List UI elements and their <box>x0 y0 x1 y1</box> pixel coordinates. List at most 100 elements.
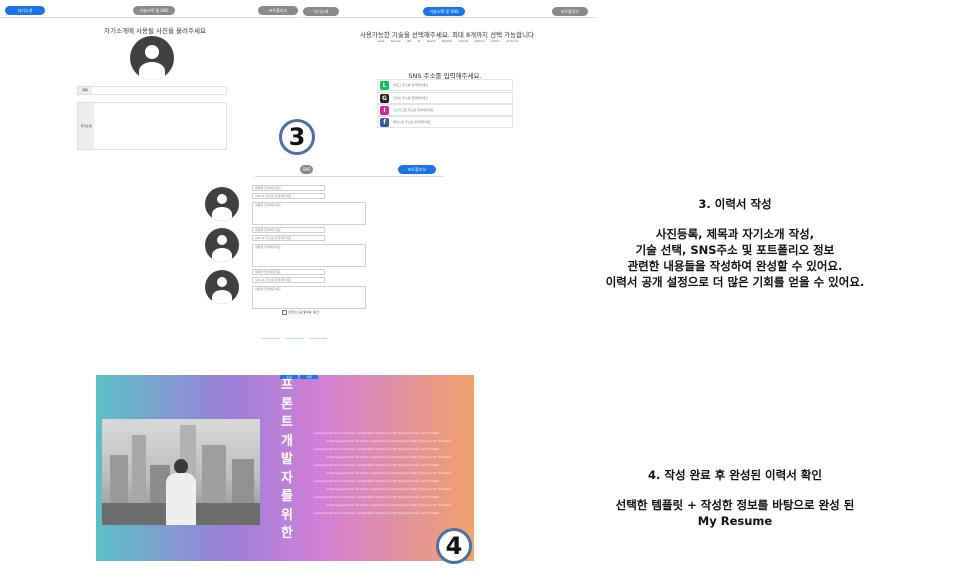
skill-chip[interactable]: React <box>427 39 435 43</box>
step-3-line: 사진등록, 제목과 자기소개 작성, <box>655 227 815 241</box>
skill-chip[interactable]: Kotlin <box>491 39 499 43</box>
sns-instagram-input[interactable]: 인스타그램 주소를 입력해주세요 <box>393 108 434 112</box>
portfolio-github-input[interactable]: github 주소를 입력해주세요 <box>252 277 325 283</box>
tab-portfolio[interactable]: 포트폴리오 <box>258 6 298 15</box>
tab-portfolio-2[interactable]: 포트폴리오 <box>552 7 588 16</box>
resume-text-line: Lorem ipsum dolor sit amet, consectetur … <box>326 439 452 443</box>
step-3-line: 이력서 공개 설정으로 더 많은 기회를 얻을 수 있어요. <box>605 275 865 289</box>
pagination-mark <box>310 338 327 339</box>
tab-intro[interactable]: 자기소개 <box>5 6 45 15</box>
sns-row-facebook[interactable]: f 페이스북 주소를 입력해주세요 <box>377 116 513 128</box>
person-icon-body <box>139 62 165 80</box>
resume-vertical-title: 프 론 트 개 발 자 를 위 한 <box>280 377 294 544</box>
resume-text-line: Lorem ipsum dolor sit amet, consectetur … <box>314 463 440 467</box>
title-field[interactable]: 제목 <box>77 86 227 95</box>
skill-chip[interactable]: JPA <box>407 39 412 43</box>
person-icon-body <box>212 290 232 304</box>
step-3-line: 관련한 내용들을 작성하여 완성할 수 있어요. <box>627 259 843 273</box>
sns-row-github[interactable]: G 깃허브 주소를 입력해주세요 <box>377 92 513 104</box>
tab-skills-sns[interactable]: 기술스택 및 SNS <box>133 6 175 15</box>
resume-preview: 수정 삭제 프 론 트 개 발 자 를 위 한 Lorem ipsum dolo… <box>96 375 474 561</box>
portfolio-image-upload[interactable] <box>205 187 239 221</box>
blog-icon: L <box>380 81 389 90</box>
step-4-heading: 4. 작성 완료 후 완성된 이력서 확인 <box>648 468 822 482</box>
resume-text-line: Lorem ipsum dolor sit amet, consectetur … <box>314 447 440 451</box>
profile-photo <box>102 419 260 525</box>
step-3-badge: 3 <box>279 119 315 155</box>
skill-chip[interactable]: Python <box>475 39 485 43</box>
resume-text-line: Lorem ipsum dolor sit amet, consectetur … <box>314 511 440 515</box>
skill-chip[interactable]: Spring <box>391 39 401 43</box>
portfolio-title-input[interactable]: 제목을 입력해주세요 <box>252 185 325 191</box>
sns-facebook-input[interactable]: 페이스북 주소를 입력해주세요 <box>393 120 431 124</box>
step-4-badge: 4 <box>436 528 472 564</box>
tab-divider <box>0 17 300 18</box>
sns-github-input[interactable]: 깃허브 주소를 입력해주세요 <box>393 96 428 100</box>
portfolio-content-input[interactable]: 내용을 입력해주세요 <box>252 286 366 309</box>
step-4-description: 4. 작성 완료 후 완성된 이력서 확인 선택한 템플릿 + 작성한 정보를 … <box>560 467 910 529</box>
step-3-description: 3. 이력서 작성 사진등록, 제목과 자기소개 작성, 기술 선택, SNS주… <box>560 196 910 290</box>
instagram-icon: I <box>380 106 389 115</box>
title-char: 자 <box>281 470 293 486</box>
portfolio-image-upload[interactable] <box>205 228 239 262</box>
person-icon-body <box>212 248 232 262</box>
person-icon-body <box>212 207 232 221</box>
portfolio-github-input[interactable]: github 주소를 입력해주세요 <box>252 235 325 241</box>
person-hoodie <box>166 473 196 525</box>
resume-text-line: Lorem ipsum dolor sit amet, consectetur … <box>314 431 440 435</box>
skill-chip[interactable]: Java <box>378 39 384 43</box>
resume-text-line: Lorem ipsum dolor sit amet, consectetur … <box>326 503 452 507</box>
title-label: 제목 <box>78 87 92 94</box>
resume-text-line: Lorem ipsum dolor sit amet, consectetur … <box>326 471 452 475</box>
back-to-sns-button[interactable]: SNS <box>300 165 313 174</box>
skill-chip[interactable]: JS <box>418 39 421 43</box>
person-head <box>174 459 188 474</box>
pagination-mark <box>286 338 303 339</box>
tab-skills-sns-2[interactable]: 기술스택 및 SNS <box>423 7 465 16</box>
skill-chip[interactable]: MySQL <box>442 39 452 43</box>
portfolio-title-input[interactable]: 제목을 입력해주세요 <box>252 269 325 275</box>
step-3-line: 기술 선택, SNS주소 및 포트폴리오 정보 <box>635 243 835 257</box>
portfolio-content-input[interactable]: 내용을 입력해주세요 <box>252 244 366 267</box>
portfolio-title-input[interactable]: 제목을 입력해주세요 <box>252 227 325 233</box>
title-char: 트 <box>281 415 293 430</box>
profile-photo-upload[interactable] <box>130 36 174 80</box>
title-char: 프 <box>281 378 293 393</box>
public-checkbox[interactable]: 이력서 공개여부 체크 <box>282 310 319 316</box>
title-char: 론 <box>281 396 293 412</box>
portfolio-content-input[interactable]: 내용을 입력해주세요 <box>252 202 366 225</box>
person-icon <box>145 45 159 59</box>
github-icon: G <box>380 94 389 103</box>
tab-intro-2[interactable]: 자기소개 <box>303 7 339 16</box>
person-icon <box>217 194 227 204</box>
skills-list: Java Spring JPA JS React MySQL Oracle Py… <box>378 39 518 43</box>
resume-text-line: Lorem ipsum dolor sit amet, consectetur … <box>314 479 440 483</box>
intro-field[interactable]: 자기소개 <box>77 102 227 150</box>
portfolio-tab-button[interactable]: 포트폴리오 <box>398 165 436 174</box>
delete-button[interactable]: 삭제 <box>300 375 318 379</box>
skills-prompt: 사용가능한 기술을 선택해주세요. 최대 8개까지 선택 가능합니다 <box>359 31 535 39</box>
step-4-line: My Resume <box>697 514 773 528</box>
title-char: 한 <box>281 526 293 541</box>
checkbox-icon[interactable] <box>282 310 287 315</box>
sns-row-instagram[interactable]: I 인스타그램 주소를 입력해주세요 <box>377 104 513 116</box>
step-4-line: 선택한 템플릿 + 작성한 정보를 바탕으로 완성 된 <box>615 498 855 512</box>
intro-label: 자기소개 <box>78 103 94 149</box>
pagination-mark <box>262 338 279 339</box>
portfolio-github-input[interactable]: github 주소를 입력해주세요 <box>252 193 325 199</box>
title-char: 를 <box>281 489 293 504</box>
resume-text-line: Lorem ipsum dolor sit amet, consectetur … <box>314 495 440 499</box>
skill-chip[interactable]: Android <box>506 39 518 43</box>
title-char: 발 <box>281 452 293 467</box>
skill-chip[interactable]: Oracle <box>459 39 469 43</box>
resume-text-line: Lorem ipsum dolor sit amet, consectetur … <box>326 487 452 491</box>
photo-prompt: 자기소개에 사용될 사진을 올려주세요 <box>104 27 206 35</box>
sns-row-blog[interactable]: L 블로그 주소를 입력해주세요 <box>377 79 513 91</box>
person-icon <box>217 235 227 245</box>
title-char: 개 <box>281 433 293 449</box>
sns-blog-input[interactable]: 블로그 주소를 입력해주세요 <box>393 83 428 87</box>
person-icon <box>217 277 227 287</box>
title-char: 위 <box>281 507 293 523</box>
portfolio-image-upload[interactable] <box>205 270 239 304</box>
public-checkbox-label: 이력서 공개여부 체크 <box>288 310 320 315</box>
